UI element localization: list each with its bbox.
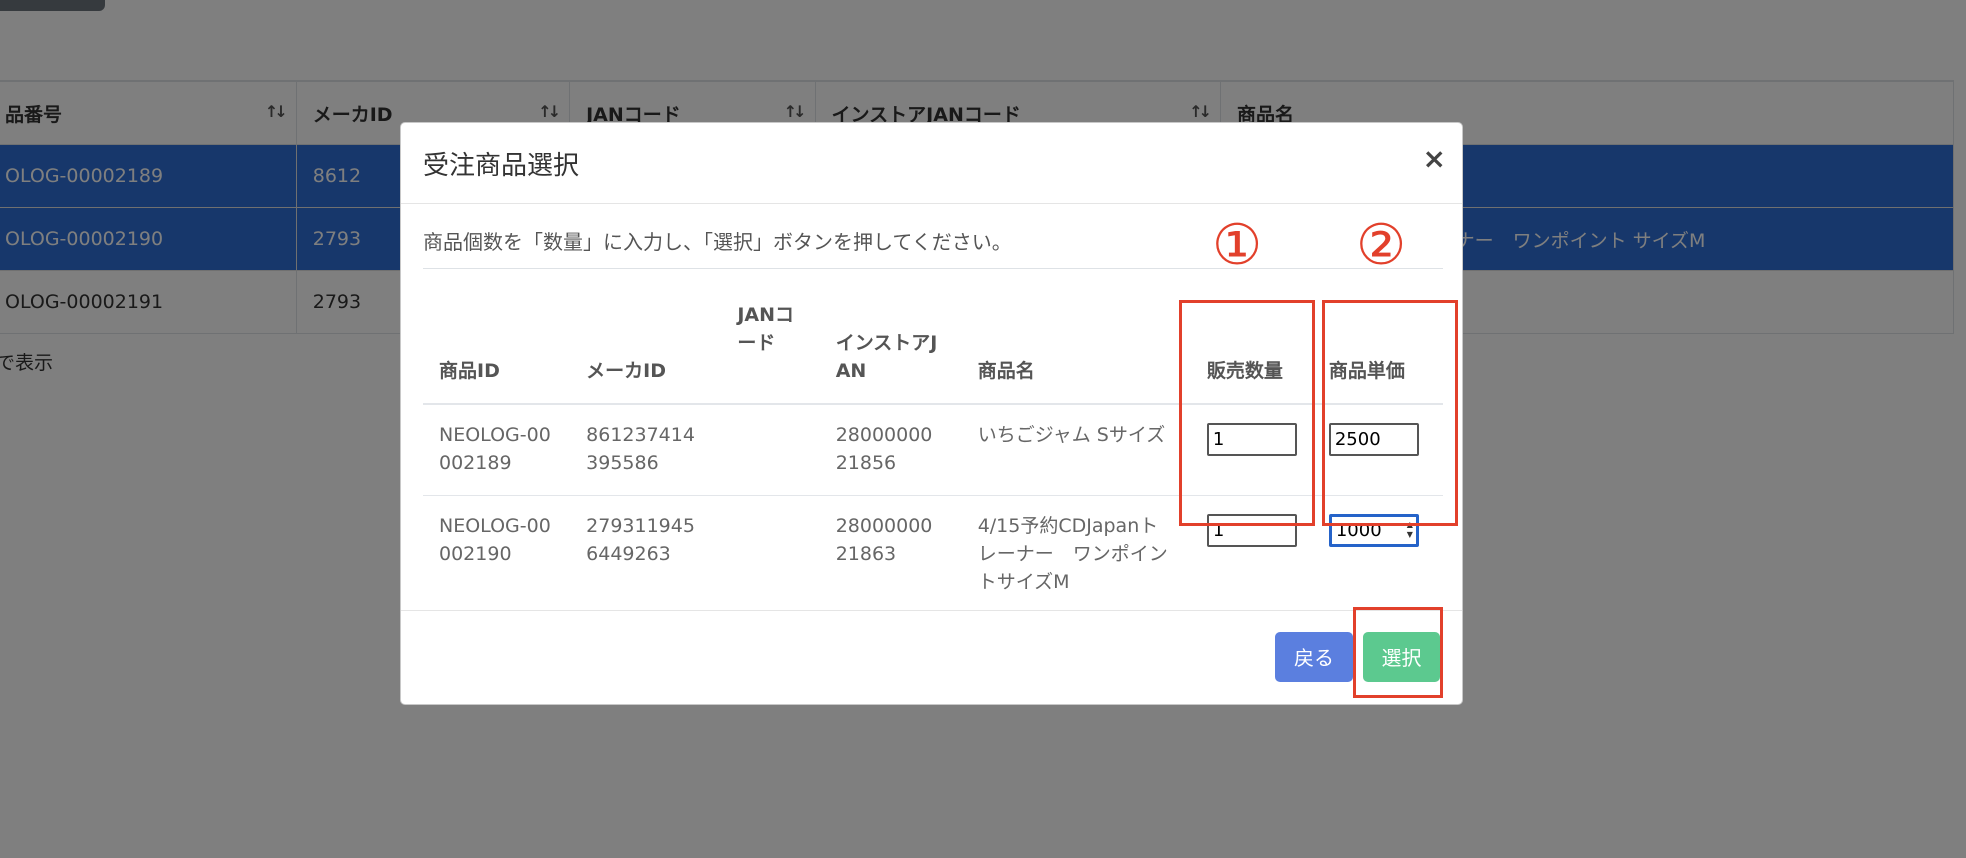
- header-product-id: 商品ID: [423, 269, 571, 405]
- cell-product-id: NEOLOG-00002190: [439, 515, 551, 565]
- annotation-marker-2: ②: [1356, 213, 1407, 278]
- modal-title: 受注商品選択: [423, 151, 580, 181]
- modal-footer-divider: [401, 610, 1462, 611]
- cell-maker-id: 2793119456449263: [586, 515, 695, 565]
- header-product-name: 商品名: [961, 269, 1191, 405]
- annotation-box-select-button: [1353, 607, 1443, 698]
- header-maker-id: メーカID: [570, 269, 722, 405]
- cell-product-id: NEOLOG-00002189: [423, 404, 571, 496]
- cell-jan-code: [721, 496, 819, 613]
- cell-product-name: 4/15予約CDJapanトレーナー ワンポイントサイズM: [977, 515, 1168, 593]
- cell-instore-jan: 2800000021863: [835, 515, 933, 565]
- annotation-box-quantity: [1179, 300, 1315, 526]
- annotation-marker-1: ①: [1212, 213, 1263, 278]
- cell-jan-code: [721, 404, 820, 496]
- instruction-text: 商品個数を「数量」に入力し、「選択」ボタンを押してください。: [423, 230, 1012, 254]
- cell-instore-jan: 2800000021856: [819, 404, 962, 496]
- cell-product-name: いちごジャム Sサイズ: [961, 404, 1191, 496]
- annotation-box-unit-price: [1322, 300, 1458, 526]
- modal-header: 受注商品選択 ×: [401, 123, 1462, 204]
- close-icon[interactable]: ×: [1423, 145, 1446, 173]
- cell-maker-id: 861237414395586: [570, 404, 722, 496]
- header-jan-code: JANコード: [721, 269, 820, 405]
- header-instore-jan: インストアJAN: [819, 269, 962, 405]
- back-button[interactable]: 戻る: [1275, 632, 1353, 682]
